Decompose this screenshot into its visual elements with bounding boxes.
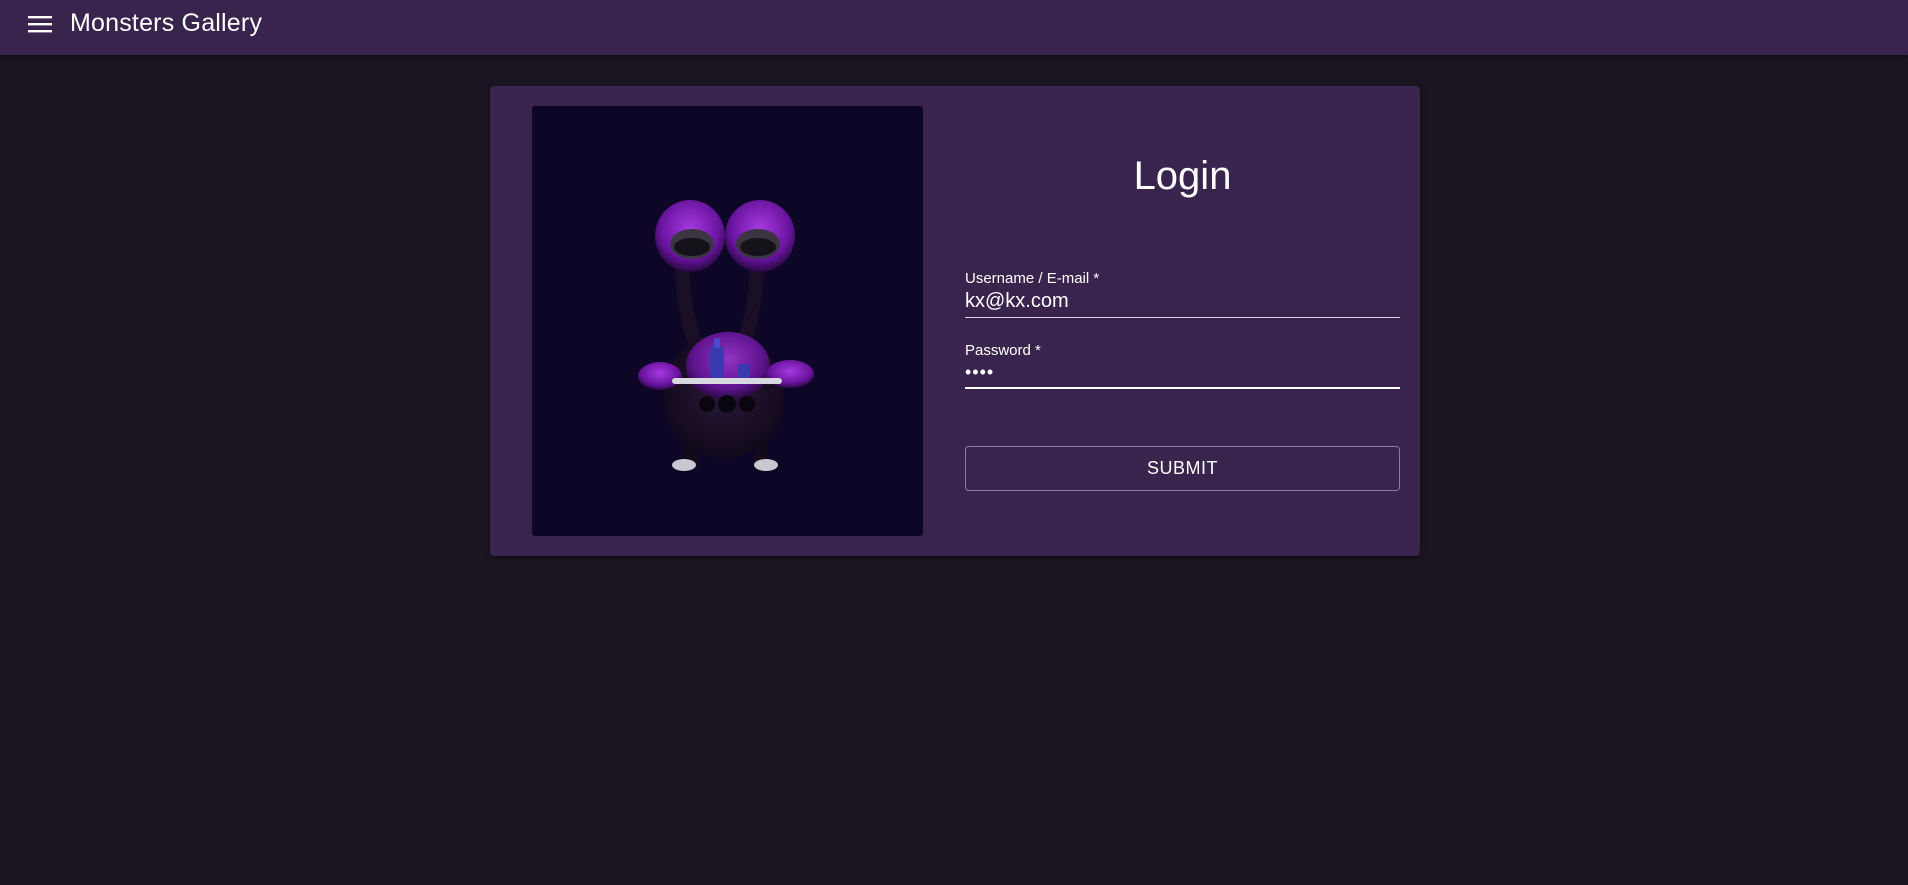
hamburger-menu-icon bbox=[28, 16, 52, 33]
username-label: Username / E-mail * bbox=[965, 270, 1100, 287]
app-title: Monsters Gallery bbox=[70, 9, 263, 37]
password-field: Password * bbox=[965, 342, 1400, 389]
username-field: Username / E-mail * bbox=[965, 270, 1400, 318]
password-input[interactable] bbox=[965, 360, 1400, 389]
login-form: Login Username / E-mail * Password * SUB… bbox=[965, 106, 1400, 536]
app-bar: Monsters Gallery bbox=[0, 0, 1908, 55]
username-input[interactable] bbox=[965, 288, 1400, 318]
password-label: Password * bbox=[965, 342, 1041, 359]
login-title: Login bbox=[1133, 154, 1232, 198]
menu-button[interactable] bbox=[20, 12, 60, 36]
monster-image bbox=[532, 106, 923, 536]
submit-button[interactable]: SUBMIT bbox=[965, 446, 1400, 491]
login-card: Login Username / E-mail * Password * SUB… bbox=[490, 86, 1420, 556]
monster-illustration bbox=[638, 200, 814, 471]
